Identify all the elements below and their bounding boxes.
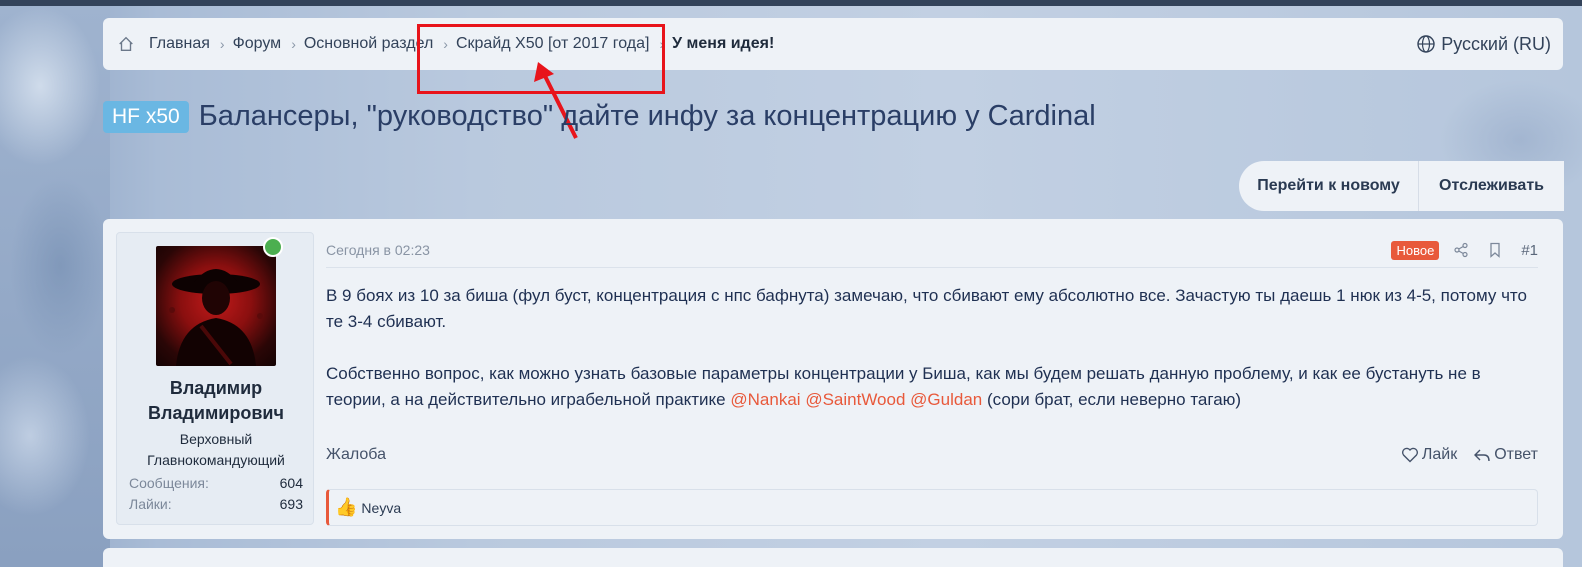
avatar[interactable] (156, 246, 276, 366)
thread-title-row: HF x50 Балансеры, "руководство" дайте ин… (103, 100, 1096, 133)
post-meta-actions: Новое #1 (1391, 232, 1538, 268)
avatar-image (169, 269, 263, 366)
globe-icon (1417, 35, 1435, 53)
report-link[interactable]: Жалоба (326, 446, 386, 464)
breadcrumb-item-home[interactable]: Главная (149, 35, 210, 53)
reaction-user[interactable]: Neyva (361, 500, 401, 516)
post: Владимир Владимирович Верховный Главноко… (103, 219, 1563, 539)
chevron-right-icon: › (219, 36, 225, 52)
top-bar (0, 0, 1582, 6)
breadcrumb-item-ideas[interactable]: › У меня идея! (649, 35, 774, 53)
post-body: Сегодня в 02:23 Новое #1 В 9 боях из 10 … (326, 232, 1538, 526)
user-stat-likes: Лайки: 693 (129, 496, 303, 512)
mention-link[interactable]: @Guldan (910, 390, 982, 409)
post-paragraph: В 9 боях из 10 за биша (фул буст, концен… (326, 286, 1527, 331)
thumbs-up-icon: 👍 (335, 497, 358, 517)
chevron-right-icon: › (291, 36, 296, 52)
new-badge: Новое (1391, 240, 1440, 260)
username[interactable]: Владимир Владимирович (117, 376, 315, 426)
post-meta: Сегодня в 02:23 Новое #1 (326, 232, 1538, 268)
next-post (103, 548, 1563, 567)
post-actions: Жалоба Лайк Ответ (326, 446, 1538, 464)
thread-action-group: Перейти к новому Отслеживать (1239, 161, 1564, 211)
user-title: Верховный Главнокомандующий (147, 431, 285, 468)
reply-icon (1474, 449, 1490, 462)
language-label: Русский (RU) (1441, 33, 1551, 54)
page-title: Балансеры, "руководство" дайте инфу за к… (198, 100, 1096, 132)
breadcrumb: Главная › Форум › Основной раздел › Скра… (103, 18, 1563, 70)
heart-icon (1401, 447, 1418, 463)
share-icon[interactable] (1453, 242, 1469, 258)
watch-button[interactable]: Отслеживать (1419, 161, 1564, 211)
user-stat-messages: Сообщения: 604 (129, 475, 303, 491)
background-art (0, 6, 110, 567)
post-actions-right: Лайк Ответ (1385, 446, 1538, 464)
language-selector[interactable]: Русский (RU) (1416, 18, 1551, 70)
breadcrumb-item-forum[interactable]: › Форум (210, 35, 281, 53)
thread-prefix-badge[interactable]: HF x50 (103, 100, 189, 133)
mention-link[interactable]: @Nankai (730, 390, 800, 409)
breadcrumb-item-main-section[interactable]: › Основной раздел (281, 35, 433, 53)
post-content: В 9 боях из 10 за биша (фул буст, концен… (326, 283, 1538, 413)
like-button[interactable]: Лайк (1401, 446, 1457, 464)
post-number[interactable]: #1 (1521, 242, 1538, 259)
mention-link[interactable]: @SaintWood (805, 390, 905, 409)
post-paragraph: Собственно вопрос, как можно узнать базо… (326, 364, 1481, 409)
go-to-new-button[interactable]: Перейти к новому (1239, 161, 1419, 211)
bookmark-icon[interactable] (1487, 242, 1503, 258)
reactions-bar[interactable]: 👍 Neyva (326, 489, 1538, 526)
user-stats: Сообщения: 604 Лайки: 693 (129, 473, 303, 515)
post-timestamp[interactable]: Сегодня в 02:23 (326, 242, 430, 258)
online-status-icon (263, 237, 283, 257)
reply-button[interactable]: Ответ (1473, 446, 1538, 464)
post-user-cell: Владимир Владимирович Верховный Главноко… (116, 232, 314, 525)
home-icon[interactable] (117, 35, 135, 53)
